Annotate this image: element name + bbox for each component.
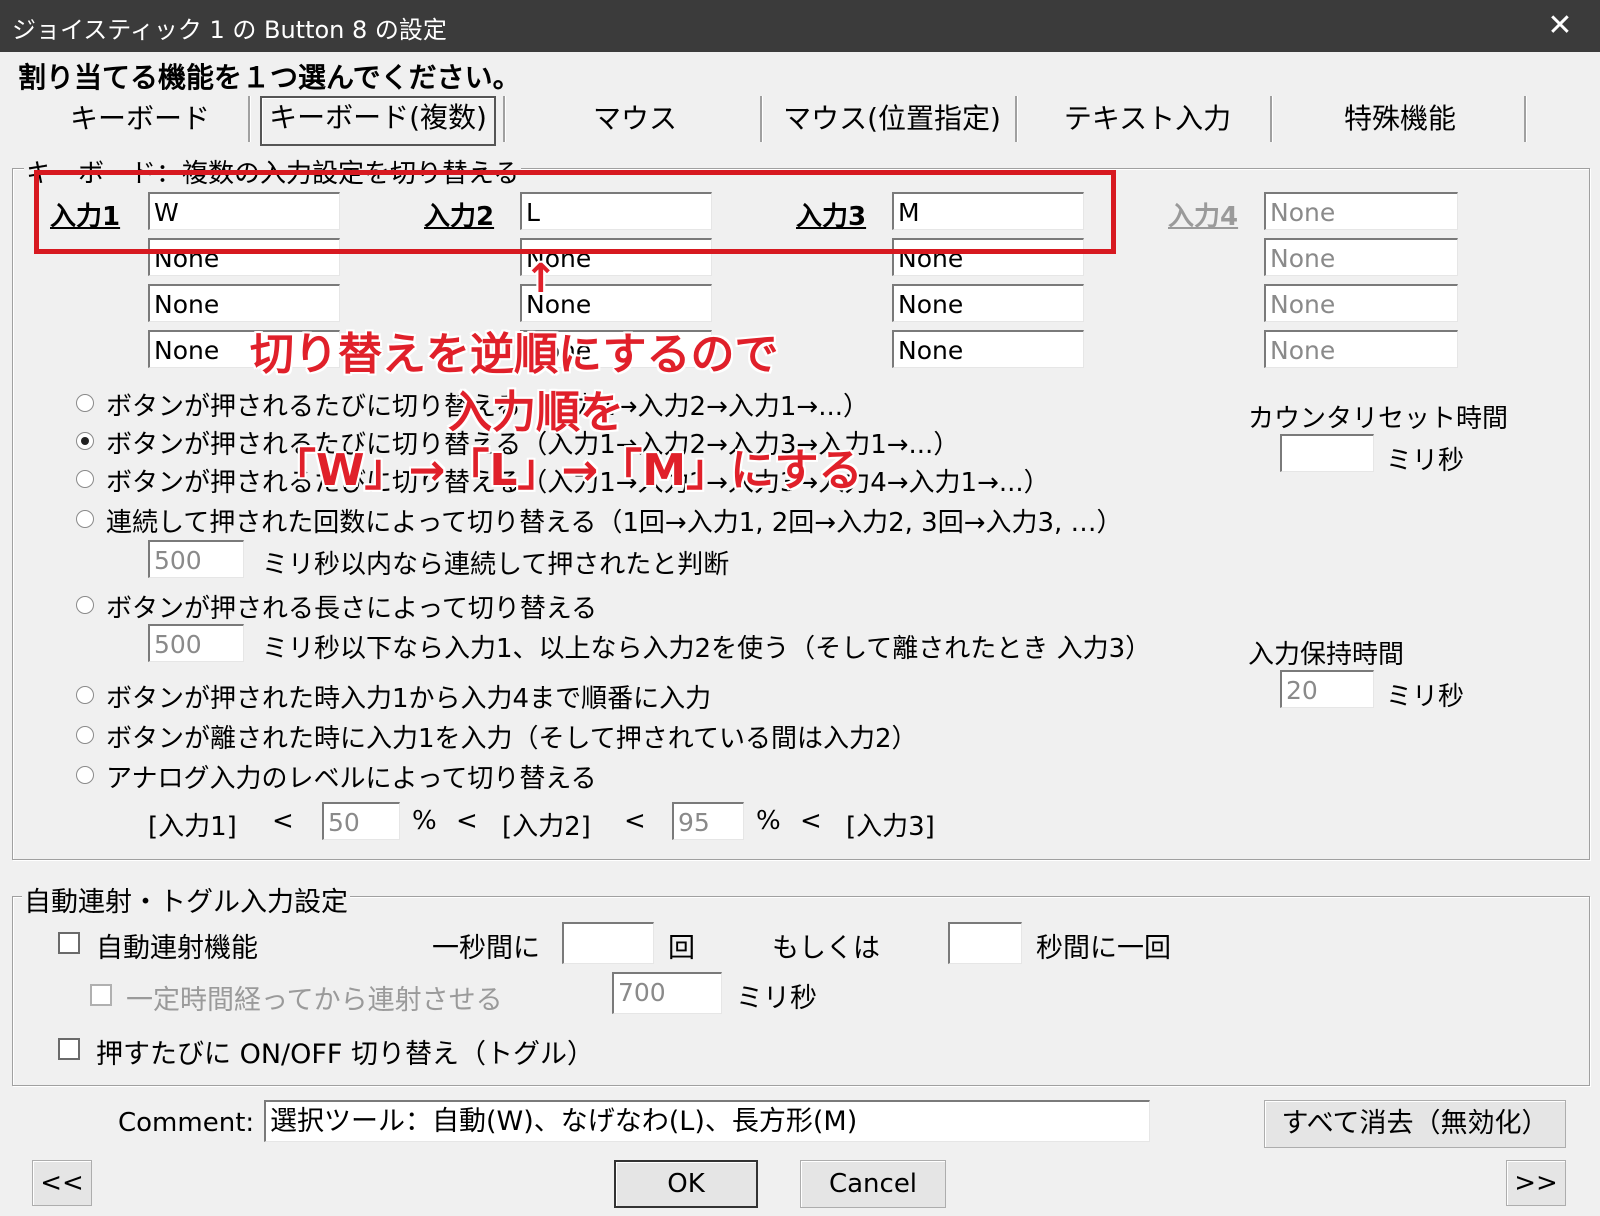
seconds-once-label: 秒間に一回	[1036, 933, 1171, 964]
cancel-button[interactable]: Cancel	[800, 1160, 946, 1208]
analog-input1-label: [入力1]	[148, 812, 237, 842]
comment-label: Comment:	[118, 1108, 255, 1138]
tab-separator	[503, 96, 506, 142]
radio-option-7-label: ボタンが離された時に入力1を入力（そして押されている間は入力2）	[106, 724, 918, 754]
window-title: ジョイスティック 1 の Button 8 の設定	[12, 16, 447, 44]
radio-option-6-label: ボタンが押された時入力1から入力4まで順番に入力	[106, 684, 712, 714]
annotation-line-2: 入力順を	[448, 387, 624, 438]
tab-separator	[760, 96, 763, 142]
radio-option-5-label: ボタンが押される長さによって切り替える	[106, 594, 598, 624]
radio-option-4[interactable]	[76, 510, 94, 528]
tab-separator	[1270, 96, 1273, 142]
delay-label: 一定時間経ってから連射させる	[126, 985, 503, 1016]
counter-reset-label: カウンタリセット時間	[1248, 404, 1509, 434]
radio-option-8-label: アナログ入力のレベルによって切り替える	[106, 764, 597, 794]
analog-lt-1: <	[272, 806, 294, 836]
prev-button[interactable]: <<	[32, 1160, 92, 1206]
delay-ms-unit: ミリ秒	[736, 983, 817, 1014]
radio-option-2[interactable]	[76, 432, 94, 450]
tab-mouse-position[interactable]: マウス(位置指定)	[770, 96, 1014, 142]
press-length-text: ミリ秒以下なら入力1、以上なら入力2を使う（そして離されたとき 入力3）	[262, 634, 1152, 664]
annotation-line-1: 切り替えを逆順にするので	[250, 329, 779, 380]
input-3-key-4[interactable]: None	[892, 330, 1084, 368]
input-4-key-1[interactable]: None	[1264, 192, 1458, 230]
highlight-box	[34, 170, 1116, 254]
next-button[interactable]: >>	[1506, 1160, 1566, 1206]
radio-option-3[interactable]	[76, 470, 94, 488]
radio-option-5[interactable]	[76, 596, 94, 614]
ok-button[interactable]: OK	[614, 1160, 758, 1208]
input-4-key-4[interactable]: None	[1264, 330, 1458, 368]
tab-separator	[1015, 96, 1018, 142]
analog-input3-label: [入力3]	[846, 812, 935, 842]
seconds-input[interactable]	[948, 922, 1022, 964]
input-1-key-3[interactable]: None	[148, 284, 340, 322]
input-4-key-2[interactable]: None	[1264, 238, 1458, 276]
annotation-arrow: ↑	[524, 256, 558, 302]
analog-lt-3: <	[624, 806, 646, 836]
tab-keyboard[interactable]: キーボード	[40, 96, 240, 142]
analog-threshold-1-input[interactable]: 50	[322, 802, 400, 840]
input-4-key-3[interactable]: None	[1264, 284, 1458, 322]
radio-option-1[interactable]	[76, 394, 94, 412]
radio-option-7[interactable]	[76, 726, 94, 744]
consecutive-ms-input[interactable]: 500	[148, 540, 244, 578]
analog-lt-4: <	[800, 806, 822, 836]
annotation-line-3: 「W」→「L」→「M」にする	[272, 445, 863, 496]
counter-reset-input[interactable]	[1280, 434, 1374, 472]
hold-time-label: 入力保持時間	[1248, 640, 1405, 670]
radio-option-8[interactable]	[76, 766, 94, 784]
auto-fire-label: 自動連射機能	[96, 933, 258, 964]
delay-ms-input[interactable]: 700	[612, 972, 722, 1014]
hold-time-unit: ミリ秒	[1386, 682, 1465, 712]
analog-threshold-2-input[interactable]: 95	[672, 802, 744, 840]
radio-option-6[interactable]	[76, 686, 94, 704]
tab-separator	[1524, 96, 1527, 142]
or-label: もしくは	[772, 933, 880, 964]
consecutive-ms-text: ミリ秒以内なら連続して押されたと判断	[262, 550, 730, 580]
tab-text-input[interactable]: テキスト入力	[1025, 96, 1270, 142]
title-bar: ジョイスティック 1 の Button 8 の設定 ✕	[0, 0, 1600, 52]
analog-pct-1: %	[412, 806, 437, 836]
auto-fire-group-legend: 自動連射・トグル入力設定	[22, 880, 350, 919]
tab-keyboard-multi[interactable]: キーボード(複数)	[260, 96, 496, 146]
per-second-label: 一秒間に	[432, 933, 540, 964]
counter-reset-unit: ミリ秒	[1386, 446, 1465, 476]
delay-checkbox[interactable]	[90, 984, 112, 1006]
hold-time-input[interactable]: 20	[1280, 670, 1374, 708]
analog-input2-label: [入力2]	[502, 812, 591, 842]
per-second-input[interactable]	[562, 922, 654, 964]
radio-option-4-label: 連続して押された回数によって切り替える（1回→入力1, 2回→入力2, 3回→入…	[106, 508, 1123, 538]
input-4-label: 入力4	[1168, 202, 1239, 232]
close-icon[interactable]: ✕	[1540, 6, 1580, 46]
instruction-text: 割り当てる機能を１つ選んでください。	[18, 61, 521, 94]
times-label: 回	[668, 933, 695, 964]
toggle-checkbox[interactable]	[58, 1038, 80, 1060]
tab-special[interactable]: 特殊機能	[1280, 96, 1520, 142]
analog-lt-2: <	[456, 806, 478, 836]
input-3-key-3[interactable]: None	[892, 284, 1084, 322]
clear-all-button[interactable]: すべて消去（無効化）	[1264, 1100, 1566, 1148]
press-length-ms-input[interactable]: 500	[148, 624, 244, 662]
comment-input[interactable]: 選択ツール：自動(W)、なげなわ(L)、長方形(M)	[264, 1100, 1150, 1142]
tab-mouse[interactable]: マウス	[515, 96, 755, 142]
analog-pct-2: %	[756, 806, 781, 836]
tab-separator	[248, 96, 251, 142]
auto-fire-checkbox[interactable]	[58, 932, 80, 954]
toggle-label: 押すたびに ON/OFF 切り替え（トグル）	[96, 1039, 595, 1070]
